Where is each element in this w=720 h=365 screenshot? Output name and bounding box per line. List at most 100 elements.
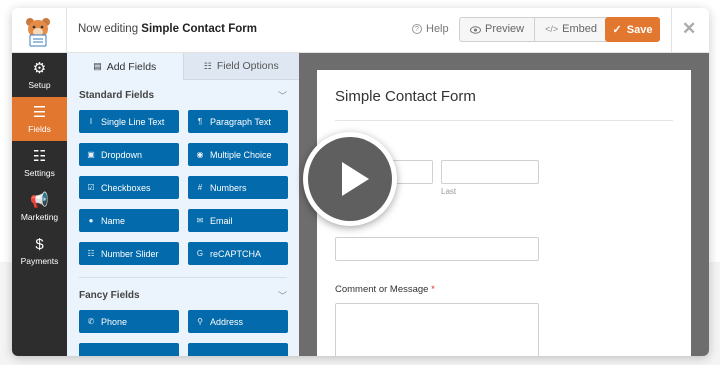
last-sublabel: Last <box>441 187 457 196</box>
editing-title: Now editing Simple Contact Form <box>78 23 257 35</box>
preview-button[interactable]: Preview <box>460 18 534 41</box>
form-title: Simple Contact Form <box>335 88 476 105</box>
last-name-input[interactable] <box>441 160 539 184</box>
nav-item-setup[interactable]: ⚙ Setup <box>12 53 67 97</box>
standard-fields-header[interactable]: Standard Fields ﹀ <box>67 80 299 110</box>
comment-textarea[interactable] <box>335 303 539 356</box>
help-icon: ? <box>412 24 422 34</box>
field-button-name[interactable]: ● Name <box>79 209 179 232</box>
field-button-phone[interactable]: ✆ Phone <box>79 310 179 333</box>
fields-icon: ☰ <box>32 103 47 121</box>
field-button-dropdown[interactable]: ▣ Dropdown <box>79 143 179 166</box>
save-button[interactable]: ✓ Save <box>605 17 660 42</box>
required-mark: * <box>431 284 435 295</box>
chevron-down-icon: ﹀ <box>277 290 287 301</box>
sliders-icon: ☷ <box>32 147 47 165</box>
sliders-icon: ☷ <box>203 60 212 71</box>
play-icon <box>342 162 369 196</box>
form-title-divider <box>335 120 673 121</box>
field-label: reCAPTCHA <box>210 248 262 259</box>
google-icon: G <box>196 249 204 258</box>
standard-fields-grid: I Single Line Text ¶ Paragraph Text ▣ Dropd… <box>67 110 299 265</box>
field-label: Name <box>101 215 126 226</box>
field-label: Checkboxes <box>101 182 151 193</box>
checkbox-icon: ☑ <box>87 183 95 192</box>
text-cursor-icon: I <box>89 117 93 126</box>
field-label: Multiple Choice <box>210 149 272 160</box>
field-button-partial[interactable] <box>79 343 179 356</box>
phone-icon: ✆ <box>87 317 95 326</box>
field-button-multiple-choice[interactable]: ◉ Multiple Choice <box>188 143 288 166</box>
tab-label: Add Fields <box>106 60 157 73</box>
field-label: Email <box>210 215 233 226</box>
nav-item-payments[interactable]: $ Payments <box>12 229 67 273</box>
form-name: Simple Contact Form <box>141 23 257 35</box>
fields-panel: ▤ Add Fields ☷ Field Options Standard Fi… <box>67 53 299 356</box>
divider <box>671 8 672 53</box>
fancy-fields-header[interactable]: Fancy Fields ﹀ <box>67 280 299 310</box>
top-bar: Now editing Simple Contact Form ? Help P… <box>12 8 709 53</box>
eye-icon <box>470 25 481 34</box>
check-icon: ✓ <box>612 24 622 36</box>
tab-add-fields[interactable]: ▤ Add Fields <box>67 53 184 80</box>
code-icon: </> <box>545 24 559 34</box>
video-play-button[interactable] <box>303 132 397 226</box>
field-label: Single Line Text <box>101 116 165 127</box>
play-circle <box>308 137 392 221</box>
field-button-partial[interactable] <box>188 343 288 356</box>
preview-embed-group: Preview </> Embed <box>459 17 608 42</box>
sidebar-nav: ⚙ Setup ☰ Fields ☷ Settings 📢 Marketing … <box>12 53 67 356</box>
field-label: Paragraph Text <box>210 116 271 127</box>
field-label: Address <box>210 316 244 327</box>
nav-label: Settings <box>24 167 55 178</box>
paragraph-icon: ¶ <box>197 117 203 126</box>
user-icon: ● <box>88 216 94 225</box>
comment-label-text: Comment or Message <box>335 284 429 295</box>
section-title: Standard Fields <box>79 89 155 101</box>
field-button-number-slider[interactable]: ☷ Number Slider <box>79 242 179 265</box>
help-link[interactable]: ? Help <box>412 23 449 35</box>
nav-label: Marketing <box>20 211 59 222</box>
editing-prefix: Now editing <box>78 23 139 35</box>
field-button-paragraph-text[interactable]: ¶ Paragraph Text <box>188 110 288 133</box>
gear-icon: ⚙ <box>32 59 47 77</box>
fancy-fields-grid: ✆ Phone ⚲ Address <box>67 310 299 356</box>
field-label: Numbers <box>210 182 247 193</box>
tab-label: Field Options <box>216 60 279 72</box>
embed-label: Embed <box>562 23 597 35</box>
tab-field-options[interactable]: ☷ Field Options <box>183 53 299 80</box>
preview-label: Preview <box>485 23 525 35</box>
section-divider <box>79 277 287 278</box>
help-label: Help <box>426 23 449 35</box>
slider-icon: ☷ <box>87 249 95 258</box>
envelope-icon: ✉ <box>196 216 204 225</box>
embed-button[interactable]: </> Embed <box>534 18 607 41</box>
stage: Now editing Simple Contact Form ? Help P… <box>0 0 720 365</box>
field-button-checkboxes[interactable]: ☑ Checkboxes <box>79 176 179 199</box>
field-button-numbers[interactable]: # Numbers <box>188 176 288 199</box>
nav-label: Setup <box>28 79 51 90</box>
field-label: Number Slider <box>101 248 159 259</box>
field-button-email[interactable]: ✉ Email <box>188 209 288 232</box>
field-button-single-line-text[interactable]: I Single Line Text <box>79 110 179 133</box>
nav-item-fields[interactable]: ☰ Fields <box>12 97 67 141</box>
field-label: Phone <box>101 316 128 327</box>
field-button-address[interactable]: ⚲ Address <box>188 310 288 333</box>
section-title: Fancy Fields <box>79 289 140 301</box>
email-input[interactable] <box>335 237 539 261</box>
nav-item-marketing[interactable]: 📢 Marketing <box>12 185 67 229</box>
close-icon[interactable]: ✕ <box>682 19 696 39</box>
nav-item-settings[interactable]: ☷ Settings <box>12 141 67 185</box>
nav-label: Fields <box>28 123 51 134</box>
nav-label: Payments <box>20 255 59 266</box>
chevron-down-icon: ﹀ <box>277 90 287 101</box>
hash-icon: # <box>197 183 203 192</box>
megaphone-icon: 📢 <box>30 191 49 209</box>
field-label: Dropdown <box>101 149 143 160</box>
list-icon: ▤ <box>93 61 102 71</box>
map-pin-icon: ⚲ <box>197 317 203 326</box>
panel-tabs: ▤ Add Fields ☷ Field Options <box>67 53 299 80</box>
field-button-recaptcha[interactable]: GreCAPTCHA <box>188 242 288 265</box>
wpforms-bear-logo <box>26 18 50 47</box>
radio-icon: ◉ <box>196 150 204 159</box>
